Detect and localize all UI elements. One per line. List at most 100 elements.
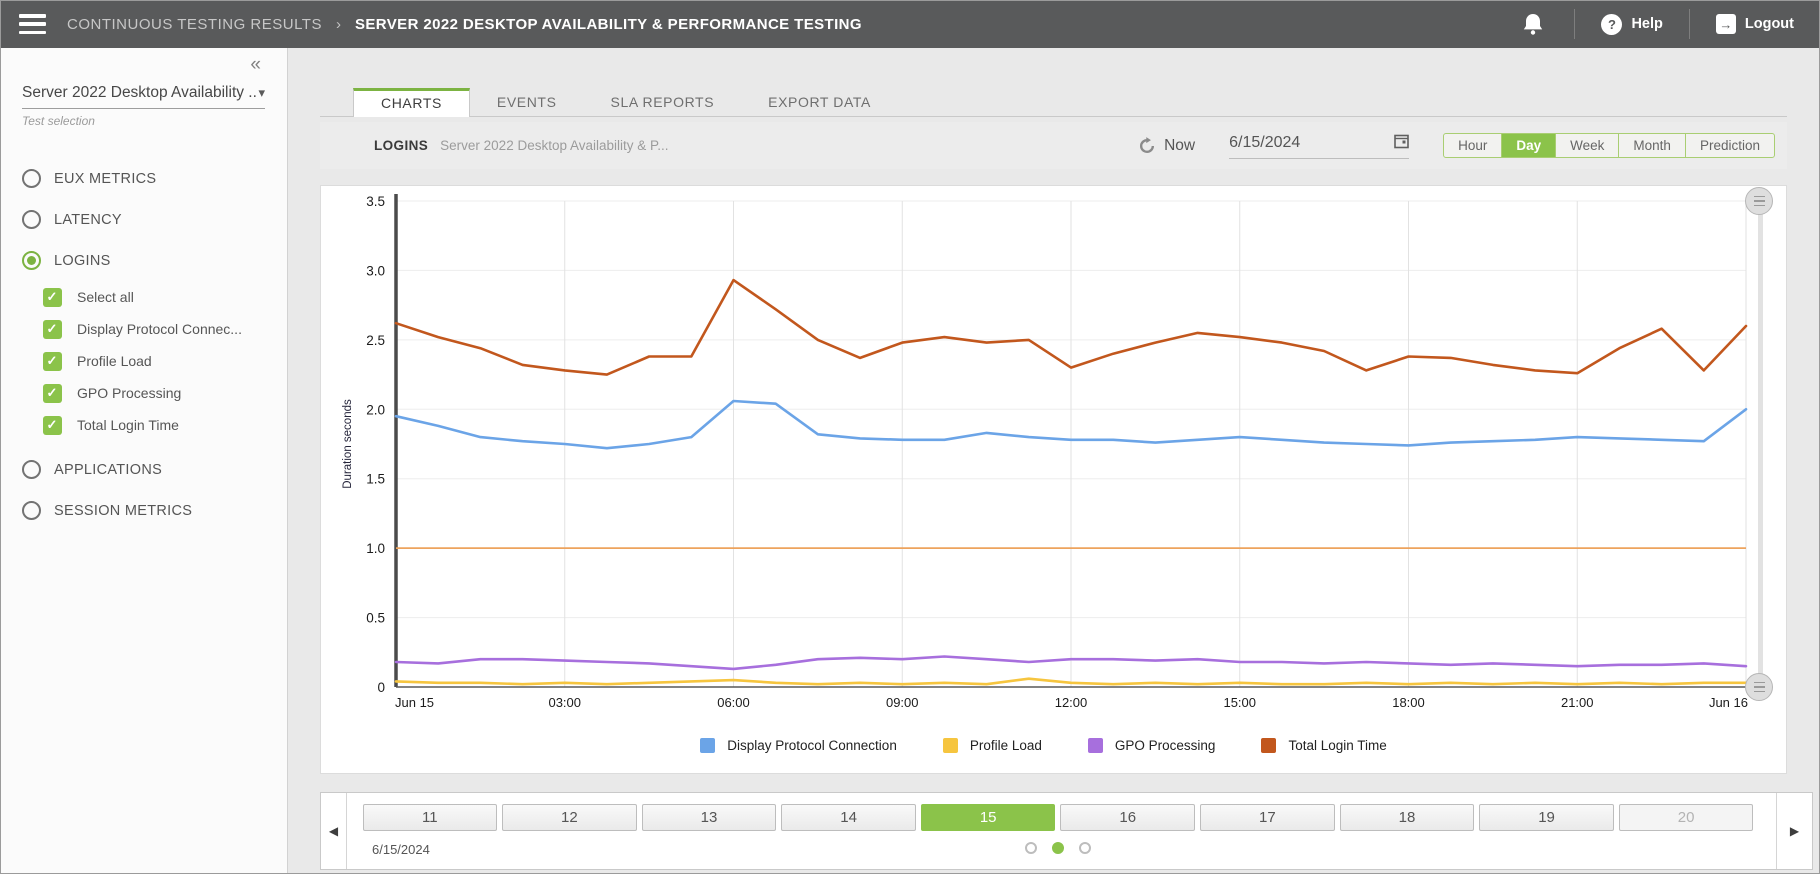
day-button-14[interactable]: 14 xyxy=(781,804,916,831)
sidebar-collapse-icon[interactable]: « xyxy=(250,54,261,76)
breadcrumb-root[interactable]: CONTINUOUS TESTING RESULTS xyxy=(67,16,322,33)
day-buttons: 11121314151617181920 xyxy=(360,804,1756,831)
legend-item-total-login-time[interactable]: Total Login Time xyxy=(1261,738,1386,753)
radio-icon xyxy=(22,169,41,188)
sidebar-section-label: APPLICATIONS xyxy=(54,462,162,478)
logout-label: Logout xyxy=(1745,16,1794,32)
tab-charts[interactable]: CHARTS xyxy=(353,88,470,117)
day-button-11[interactable]: 11 xyxy=(363,804,498,831)
breadcrumb-separator-icon: › xyxy=(336,16,341,33)
tab-export-data[interactable]: EXPORT DATA xyxy=(741,88,898,116)
range-button-month[interactable]: Month xyxy=(1618,134,1685,157)
y-tick-label: 1.0 xyxy=(366,541,385,556)
chart-header: LOGINS Server 2022 Desktop Availability … xyxy=(320,122,1787,169)
day-selector-center: 11121314151617181920 6/15/2024 xyxy=(347,793,1776,869)
sidebar-section-label: LOGINS xyxy=(54,253,111,269)
day-button-18[interactable]: 18 xyxy=(1340,804,1475,831)
legend-label: Total Login Time xyxy=(1288,738,1386,753)
legend-item-gpo-processing[interactable]: GPO Processing xyxy=(1088,738,1216,753)
sidebar-section-label: SESSION METRICS xyxy=(54,503,192,519)
x-tick-label: 15:00 xyxy=(1223,695,1256,710)
day-button-20: 20 xyxy=(1619,804,1754,831)
y-zoom-slider-handle-top[interactable] xyxy=(1745,187,1773,215)
day-button-13[interactable]: 13 xyxy=(642,804,777,831)
tab-events[interactable]: EVENTS xyxy=(470,88,584,116)
notifications-bell-icon[interactable] xyxy=(1492,12,1574,36)
radio-icon xyxy=(22,501,41,520)
chart-card: 00.51.01.52.02.53.03.5Jun 1503:0006:0009… xyxy=(320,185,1787,774)
range-button-day[interactable]: Day xyxy=(1501,134,1555,157)
tab-sla-reports[interactable]: SLA REPORTS xyxy=(584,88,742,116)
legend-swatch xyxy=(700,738,715,753)
checkbox-checked-icon xyxy=(43,288,62,307)
day-button-16[interactable]: 16 xyxy=(1060,804,1195,831)
previous-days-arrow[interactable]: ◀ xyxy=(321,793,347,869)
x-tick-label: Jun 16 xyxy=(1709,695,1748,710)
radio-icon xyxy=(22,460,41,479)
sidebar: « Server 2022 Desktop Availability ... ▾… xyxy=(0,48,288,874)
main-panel: CHARTSEVENTSSLA REPORTSEXPORT DATA LOGIN… xyxy=(289,48,1820,874)
day-button-15[interactable]: 15 xyxy=(921,804,1056,831)
pagination-dot-1[interactable] xyxy=(1052,842,1064,854)
metric-checkbox-display-protocol-connec[interactable]: Display Protocol Connec... xyxy=(43,313,287,345)
sidebar-section-label: LATENCY xyxy=(54,212,122,228)
sidebar-section-applications[interactable]: APPLICATIONS xyxy=(0,449,287,490)
y-zoom-slider-handle-bottom[interactable] xyxy=(1745,673,1773,701)
y-tick-label: 3.0 xyxy=(366,263,385,278)
sidebar-section-session-metrics[interactable]: SESSION METRICS xyxy=(0,490,287,531)
range-button-week[interactable]: Week xyxy=(1555,134,1618,157)
metric-checkbox-profile-load[interactable]: Profile Load xyxy=(43,345,287,377)
next-days-arrow[interactable]: ▶ xyxy=(1776,793,1812,869)
sidebar-section-latency[interactable]: LATENCY xyxy=(0,199,287,240)
date-input[interactable]: 6/15/2024 xyxy=(1229,133,1409,159)
day-selector-bar: ◀ 11121314151617181920 6/15/2024 ▶ xyxy=(320,792,1813,870)
test-selection-dropdown[interactable]: Server 2022 Desktop Availability ... ▾ xyxy=(22,84,265,109)
now-label: Now xyxy=(1164,137,1195,155)
day-button-17[interactable]: 17 xyxy=(1200,804,1335,831)
metric-checkbox-total-login-time[interactable]: Total Login Time xyxy=(43,409,287,441)
chevron-down-icon: ▾ xyxy=(258,85,265,101)
range-button-prediction[interactable]: Prediction xyxy=(1685,134,1774,157)
y-tick-label: 1.5 xyxy=(366,472,385,487)
legend-label: GPO Processing xyxy=(1115,738,1216,753)
topbar: CONTINUOUS TESTING RESULTS › SERVER 2022… xyxy=(0,0,1820,48)
legend-item-display-protocol-connection[interactable]: Display Protocol Connection xyxy=(700,738,897,753)
metric-checkbox-gpo-processing[interactable]: GPO Processing xyxy=(43,377,287,409)
metric-label: GPO Processing xyxy=(77,385,181,401)
day-button-12[interactable]: 12 xyxy=(502,804,637,831)
day-button-19[interactable]: 19 xyxy=(1479,804,1614,831)
metric-label: Total Login Time xyxy=(77,417,179,433)
chart-legend: Display Protocol Connection Profile Load G… xyxy=(391,738,1696,753)
y-tick-label: 3.5 xyxy=(366,194,385,209)
hamburger-menu-icon[interactable] xyxy=(19,14,46,34)
logout-button[interactable]: → Logout xyxy=(1690,0,1820,48)
legend-swatch xyxy=(943,738,958,753)
radio-icon xyxy=(22,210,41,229)
pagination-dot-2[interactable] xyxy=(1079,842,1091,854)
pagination-dot-0[interactable] xyxy=(1025,842,1037,854)
calendar-icon[interactable] xyxy=(1394,133,1409,154)
day-selector-footer: 6/15/2024 xyxy=(360,840,1756,860)
line-chart: 00.51.01.52.02.53.03.5Jun 1503:0006:0009… xyxy=(321,186,1761,721)
chart-subtitle: Server 2022 Desktop Availability & P... xyxy=(440,138,668,153)
legend-swatch xyxy=(1088,738,1103,753)
range-button-hour[interactable]: Hour xyxy=(1444,134,1501,157)
y-tick-label: 0.5 xyxy=(366,611,385,626)
y-tick-label: 0 xyxy=(377,680,385,695)
range-button-group: HourDayWeekMonthPrediction xyxy=(1443,133,1775,158)
legend-label: Display Protocol Connection xyxy=(727,738,897,753)
legend-item-profile-load[interactable]: Profile Load xyxy=(943,738,1042,753)
x-tick-label: 03:00 xyxy=(548,695,581,710)
breadcrumb-current: SERVER 2022 DESKTOP AVAILABILITY & PERFO… xyxy=(355,16,862,33)
sidebar-section-logins[interactable]: LOGINS xyxy=(0,240,287,281)
y-tick-label: 2.5 xyxy=(366,333,385,348)
metric-label: Select all xyxy=(77,289,134,305)
refresh-now-button[interactable]: Now xyxy=(1138,137,1195,155)
help-button[interactable]: ? Help xyxy=(1575,0,1688,48)
metric-label: Display Protocol Connec... xyxy=(77,321,242,337)
refresh-icon xyxy=(1138,137,1156,155)
sidebar-section-eux-metrics[interactable]: EUX METRICS xyxy=(0,158,287,199)
metric-checkbox-select-all[interactable]: Select all xyxy=(43,281,287,313)
help-icon: ? xyxy=(1601,14,1622,35)
x-tick-label: 12:00 xyxy=(1055,695,1088,710)
